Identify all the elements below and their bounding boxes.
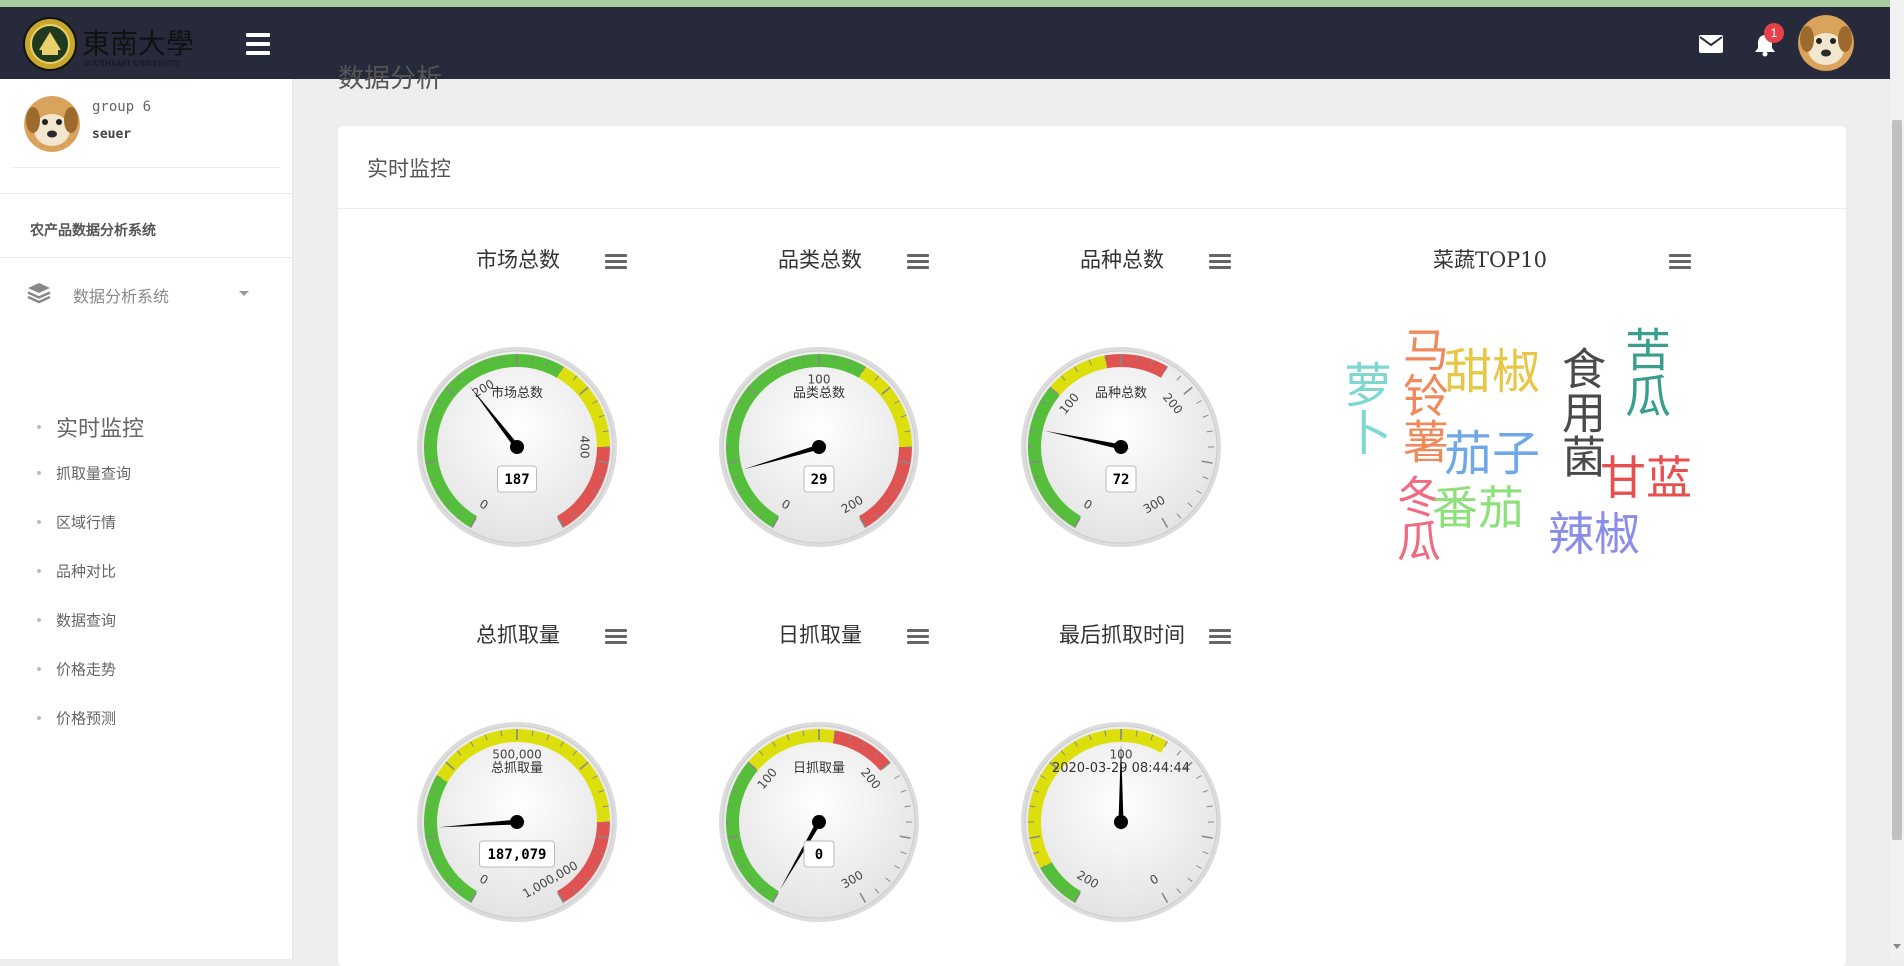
- gauge-value-label: 187,079: [487, 847, 546, 863]
- page-title: 数据分析: [338, 64, 443, 94]
- university-logo[interactable]: 東南大學 SOUTHEAST UNIVERSITY: [22, 16, 212, 72]
- sidebar-item-label: 实时监控: [56, 417, 145, 442]
- layers-icon: [27, 283, 51, 304]
- browser-top-strip: [0, 0, 1904, 7]
- gauge-category-total: 0100200品类总数29: [719, 347, 919, 547]
- divider: [0, 257, 292, 258]
- chart-menu-button[interactable]: [907, 629, 929, 647]
- scrollbar-thumb[interactable]: [1892, 120, 1902, 840]
- gauge-tick-label: 500,000: [492, 748, 542, 762]
- chart-menu-button[interactable]: [1669, 254, 1691, 272]
- sidebar-item-crawl-query[interactable]: 抓取量查询: [0, 455, 292, 491]
- wordcloud-vegetables-top10: 萝卜 马铃薯 冬瓜 甜椒 茄子 番茄 食用菌 苦瓜 甘蓝 辣椒: [1322, 326, 1702, 566]
- user-name: group 6: [92, 99, 152, 115]
- gauge-title: 最后抓取时间: [1059, 623, 1185, 647]
- divider: [0, 193, 292, 194]
- chart-menu-button[interactable]: [907, 254, 929, 272]
- gauge-last-crawl-time: 20010002020-03-29 08:44:44: [1021, 722, 1221, 922]
- menu-group-data-analysis[interactable]: 数据分析系统: [0, 269, 292, 315]
- gauge-title: 品类总数: [778, 248, 862, 272]
- gauge-daily-crawl: 100 200300日抓取量0: [719, 722, 919, 922]
- gauge-inner-label: 品类总数: [793, 386, 845, 401]
- sidebar-item-price-trend[interactable]: 价格走势: [0, 651, 292, 687]
- gauge-inner-label: 市场总数: [491, 385, 543, 401]
- wordcloud-word: 萝卜: [1335, 360, 1391, 456]
- gauge-pivot: [510, 815, 524, 829]
- gauge-variety-total: 0100 200300品种总数72: [1021, 347, 1221, 547]
- gauge-tick-label: 400: [578, 436, 592, 459]
- sidebar-item-label: 区域行情: [56, 513, 117, 532]
- sidebar-item-regional-market[interactable]: 区域行情: [0, 504, 292, 540]
- gauge-pivot: [812, 440, 826, 454]
- gauge-value-label: 29: [811, 472, 828, 488]
- chevron-down-icon: [239, 291, 249, 296]
- user-avatar: [24, 96, 80, 152]
- wordcloud-title: 菜蔬TOP10: [1432, 248, 1548, 272]
- mail-icon[interactable]: [1699, 35, 1723, 53]
- divider: [10, 167, 280, 168]
- gauge-inner-label: 总抓取量: [491, 761, 543, 776]
- gauge-tick-label: 100: [808, 373, 831, 387]
- system-title: 农产品数据分析系统: [30, 223, 156, 239]
- gauge-value-label: 0: [815, 847, 823, 863]
- gauge-title: 市场总数: [476, 248, 560, 272]
- sidebar-item-label: 价格预测: [56, 709, 117, 728]
- wordcloud-word: 苦瓜: [1618, 326, 1672, 418]
- bullet-icon: [37, 520, 41, 524]
- page-scrollbar[interactable]: [1890, 0, 1904, 959]
- gauge-pivot: [812, 815, 826, 829]
- gauge-total-crawl: 0500,0001,000,000总抓取量187,079: [417, 722, 617, 922]
- gauge-market-total: 0200400市场总数187: [417, 347, 617, 547]
- menu-group-label: 数据分析系统: [73, 287, 170, 306]
- divider: [338, 208, 1846, 209]
- sidebar: group 6 seuer 农产品数据分析系统 数据分析系统 实时监控 抓取量查…: [0, 79, 293, 959]
- wordcloud-word: 辣椒: [1548, 507, 1640, 561]
- logo-subtext: SOUTHEAST UNIVERSITY: [84, 60, 181, 68]
- sidebar-item-price-forecast[interactable]: 价格预测: [0, 700, 292, 736]
- sidebar-item-label: 数据查询: [56, 611, 117, 630]
- sidebar-item-label: 抓取量查询: [56, 464, 132, 483]
- top-navbar: 東南大學 SOUTHEAST UNIVERSITY 1: [0, 7, 1890, 79]
- sidebar-item-label: 品种对比: [56, 562, 117, 581]
- bullet-icon: [37, 716, 41, 720]
- logo-text: 東南大學: [82, 27, 194, 60]
- notification-badge: 1: [1764, 23, 1784, 43]
- sidebar-item-realtime-monitor[interactable]: 实时监控: [0, 409, 292, 445]
- bullet-icon: [37, 569, 41, 573]
- gauge-title: 总抓取量: [476, 623, 560, 647]
- gauge-inner-label: 日抓取量: [793, 761, 845, 776]
- chart-menu-button[interactable]: [605, 254, 627, 272]
- chart-menu-button[interactable]: [605, 629, 627, 647]
- avatar[interactable]: [1798, 15, 1854, 71]
- user-role: seuer: [92, 127, 132, 142]
- gauge-pivot: [1114, 815, 1128, 829]
- chart-menu-button[interactable]: [1209, 254, 1231, 272]
- bullet-icon: [37, 425, 41, 429]
- bullet-icon: [37, 618, 41, 622]
- sidebar-item-variety-compare[interactable]: 品种对比: [0, 553, 292, 589]
- gauge-title: 品种总数: [1080, 248, 1164, 272]
- card-title: 实时监控: [367, 157, 451, 181]
- wordcloud-word: 甜椒: [1444, 344, 1541, 400]
- scroll-down-arrow-icon[interactable]: [1893, 944, 1901, 949]
- gauge-pivot: [1114, 440, 1128, 454]
- sidebar-item-label: 价格走势: [56, 660, 117, 679]
- chart-menu-button[interactable]: [1209, 629, 1231, 647]
- gauge-pivot: [510, 440, 524, 454]
- gauge-inner-label: 品种总数: [1095, 386, 1147, 401]
- bullet-icon: [37, 667, 41, 671]
- gauge-title: 日抓取量: [778, 623, 862, 647]
- sidebar-item-data-query[interactable]: 数据查询: [0, 602, 292, 638]
- bullet-icon: [37, 471, 41, 475]
- sidebar-toggle-button[interactable]: [246, 33, 270, 55]
- wordcloud-word: 番茄: [1432, 481, 1524, 535]
- gauge-value-label: 187: [504, 472, 529, 488]
- gauge-value-label: 72: [1113, 472, 1130, 488]
